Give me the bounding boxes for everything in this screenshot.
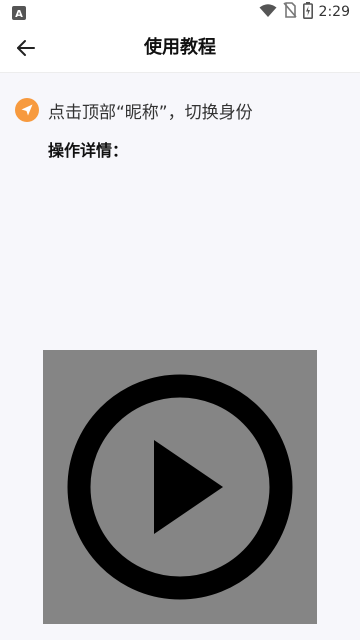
battery-icon: [302, 1, 313, 23]
status-bar: A 2:29: [0, 0, 360, 24]
status-icons: 2:29: [259, 1, 350, 23]
status-time: 2:29: [318, 4, 350, 20]
play-circle-icon: [67, 374, 293, 600]
step-item: 点击顶部“昵称”，切换身份: [15, 97, 253, 123]
tutorial-content: 点击顶部“昵称”，切换身份 操作详情：: [0, 73, 360, 640]
svg-text:A: A: [15, 9, 23, 20]
video-player[interactable]: [43, 350, 317, 624]
details-label: 操作详情：: [48, 141, 129, 160]
back-button[interactable]: [10, 32, 42, 64]
step-text: 点击顶部“昵称”，切换身份: [48, 102, 253, 123]
wifi-icon: [259, 3, 277, 22]
send-icon: [15, 98, 39, 122]
no-sim-icon: [282, 2, 297, 22]
app-notification-icon: A: [12, 5, 26, 20]
back-arrow-icon: [17, 40, 35, 56]
app-bar: 使用教程: [0, 24, 360, 73]
page-title: 使用教程: [144, 37, 216, 58]
